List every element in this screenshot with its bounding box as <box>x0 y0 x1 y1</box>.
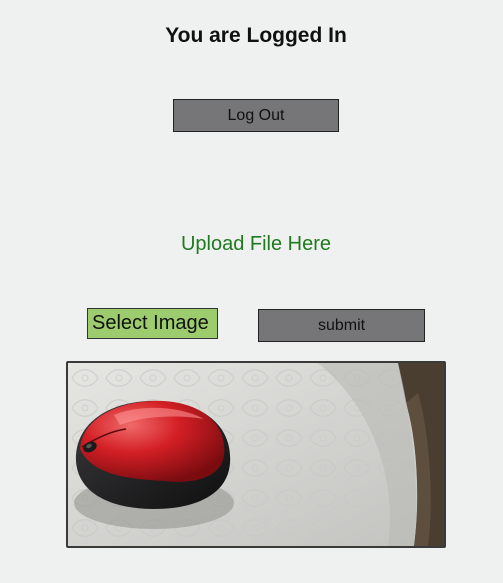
submit-button[interactable]: submit <box>258 309 425 342</box>
select-image-button[interactable]: Select Image <box>87 308 218 339</box>
image-preview <box>66 361 446 548</box>
page: You are Logged In Log Out Upload File He… <box>0 0 503 583</box>
page-title: You are Logged In <box>165 24 347 47</box>
logout-button[interactable]: Log Out <box>173 99 339 132</box>
upload-heading: Upload File Here <box>180 233 332 255</box>
mouse-photo <box>68 363 444 546</box>
